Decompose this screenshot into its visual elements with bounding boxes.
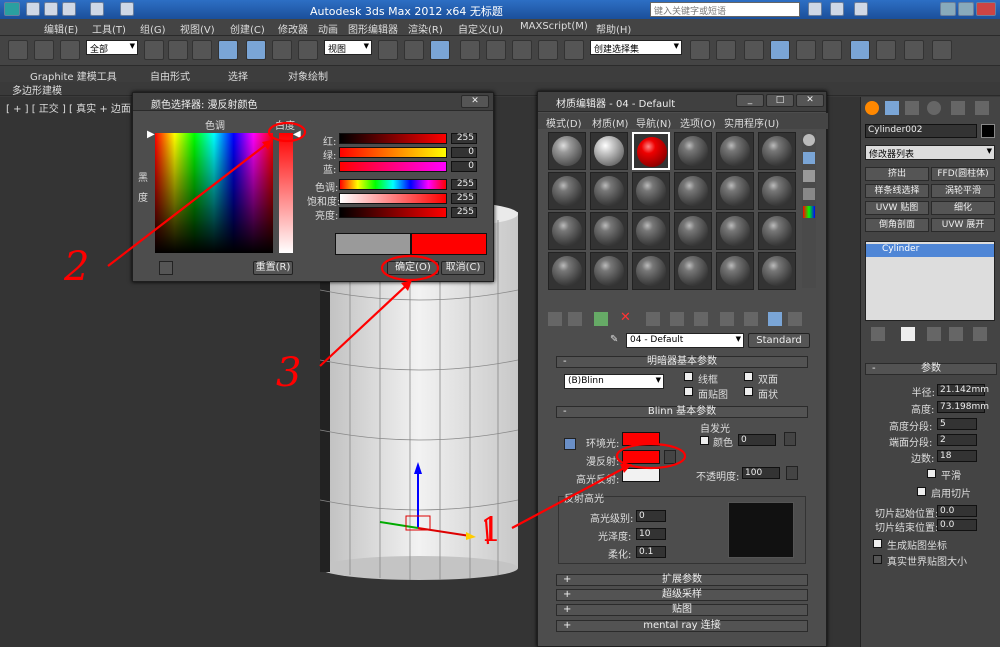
annotation-arrow-3	[319, 281, 411, 367]
annotation-number-3: 3	[276, 350, 302, 396]
annotation-arrow-1	[511, 465, 629, 529]
annotation-circle-ok	[380, 254, 440, 282]
annotation-number-2: 2	[64, 244, 90, 290]
annotation-arrow-2	[107, 139, 273, 267]
annotation-circle-white	[267, 121, 307, 143]
annotation-number-1: 1	[480, 510, 502, 550]
